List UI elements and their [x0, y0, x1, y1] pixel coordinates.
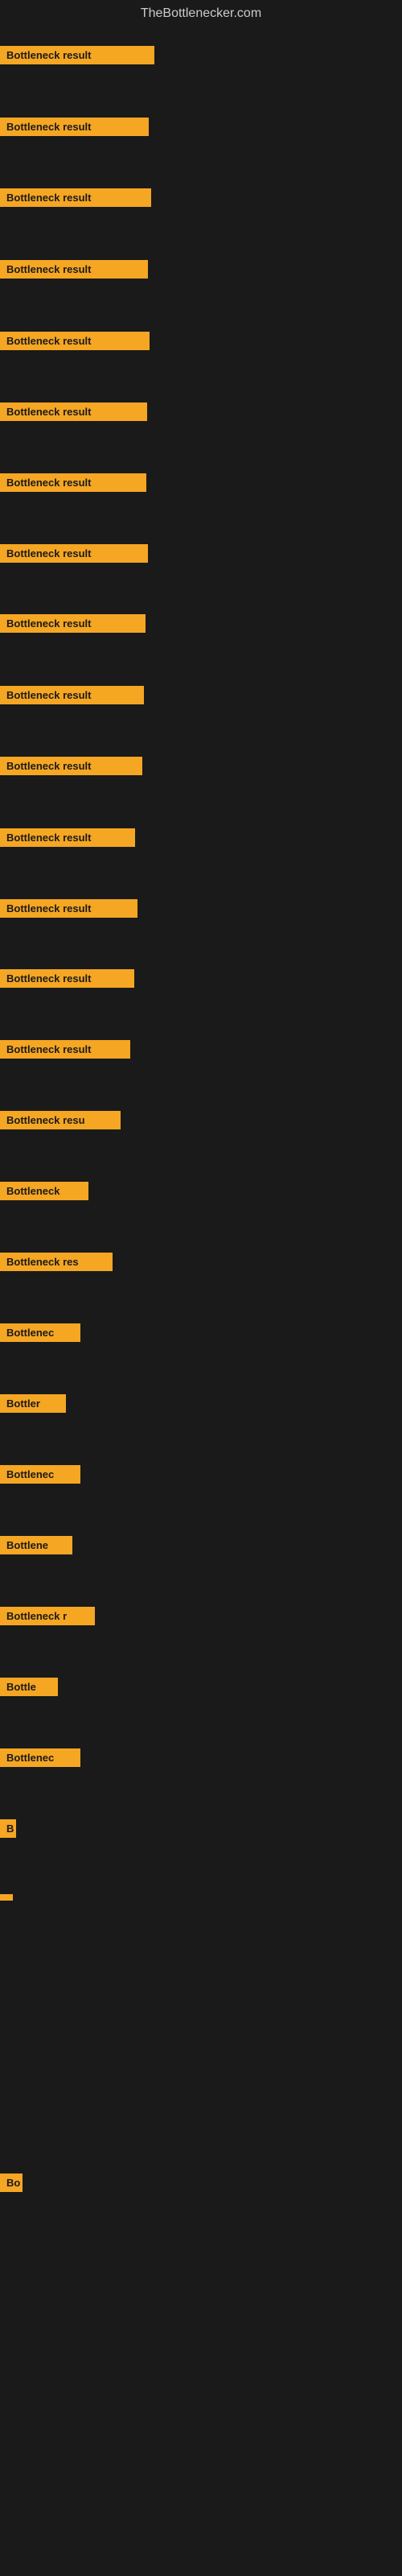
bottleneck-label: Bottleneck result: [0, 544, 148, 563]
bottleneck-label: Bottleneck result: [0, 46, 154, 64]
bottleneck-label: Bottlenec: [0, 1323, 80, 1342]
list-item: Bottleneck result: [0, 828, 135, 851]
list-item: Bottleneck result: [0, 118, 149, 140]
bottleneck-label: Bottler: [0, 1394, 66, 1413]
list-item: Bottleneck result: [0, 46, 154, 68]
bottleneck-label: [0, 1894, 13, 1901]
bottleneck-label: Bottleneck result: [0, 686, 144, 704]
list-item: Bottleneck result: [0, 969, 134, 992]
list-item: Bottleneck result: [0, 260, 148, 283]
bottleneck-label: Bottleneck resu: [0, 1111, 121, 1129]
list-item: Bottleneck r: [0, 1607, 95, 1629]
list-item: Bottlene: [0, 1536, 72, 1558]
bottleneck-label: Bottlenec: [0, 1748, 80, 1767]
bottleneck-label: Bottle: [0, 1678, 58, 1696]
list-item: Bottleneck result: [0, 1040, 130, 1063]
bottleneck-label: Bottlenec: [0, 1465, 80, 1484]
bottleneck-label: Bottleneck result: [0, 969, 134, 988]
bottleneck-label: Bottleneck result: [0, 828, 135, 847]
list-item: Bottleneck result: [0, 473, 146, 496]
bottleneck-label: Bottleneck: [0, 1182, 88, 1200]
list-item: Bottleneck result: [0, 188, 151, 211]
list-item: Bottleneck result: [0, 332, 150, 354]
bottleneck-label: Bottleneck result: [0, 332, 150, 350]
list-item: Bottleneck result: [0, 899, 137, 922]
list-item: Bottler: [0, 1394, 66, 1417]
list-item: [0, 1890, 13, 1905]
bottleneck-label: Bo: [0, 2174, 23, 2192]
list-item: Bottlenec: [0, 1465, 80, 1488]
list-item: Bottleneck result: [0, 402, 147, 425]
list-item: Bottlenec: [0, 1748, 80, 1771]
bottleneck-label: Bottleneck result: [0, 402, 147, 421]
bottleneck-label: Bottleneck result: [0, 614, 146, 633]
list-item: Bottleneck result: [0, 614, 146, 637]
bottleneck-label: Bottleneck res: [0, 1253, 113, 1271]
bottleneck-label: Bottleneck result: [0, 188, 151, 207]
list-item: Bottleneck result: [0, 757, 142, 779]
bottleneck-label: Bottleneck result: [0, 473, 146, 492]
bottleneck-label: Bottlene: [0, 1536, 72, 1554]
bottleneck-label: Bottleneck result: [0, 899, 137, 918]
list-item: Bottleneck: [0, 1182, 88, 1204]
list-item: Bottlenec: [0, 1323, 80, 1346]
list-item: Bottleneck result: [0, 686, 144, 708]
list-item: B: [0, 1819, 16, 1842]
list-item: Bottleneck res: [0, 1253, 113, 1275]
list-item: Bottle: [0, 1678, 58, 1700]
bottleneck-label: Bottleneck result: [0, 260, 148, 279]
bottleneck-label: B: [0, 1819, 16, 1838]
site-title: TheBottlenecker.com: [0, 0, 402, 24]
bottleneck-label: Bottleneck result: [0, 757, 142, 775]
bottleneck-label: Bottleneck result: [0, 118, 149, 136]
list-item: Bo: [0, 2174, 23, 2196]
bottleneck-label: Bottleneck r: [0, 1607, 95, 1625]
bottleneck-label: Bottleneck result: [0, 1040, 130, 1059]
list-item: Bottleneck resu: [0, 1111, 121, 1133]
list-item: Bottleneck result: [0, 544, 148, 567]
